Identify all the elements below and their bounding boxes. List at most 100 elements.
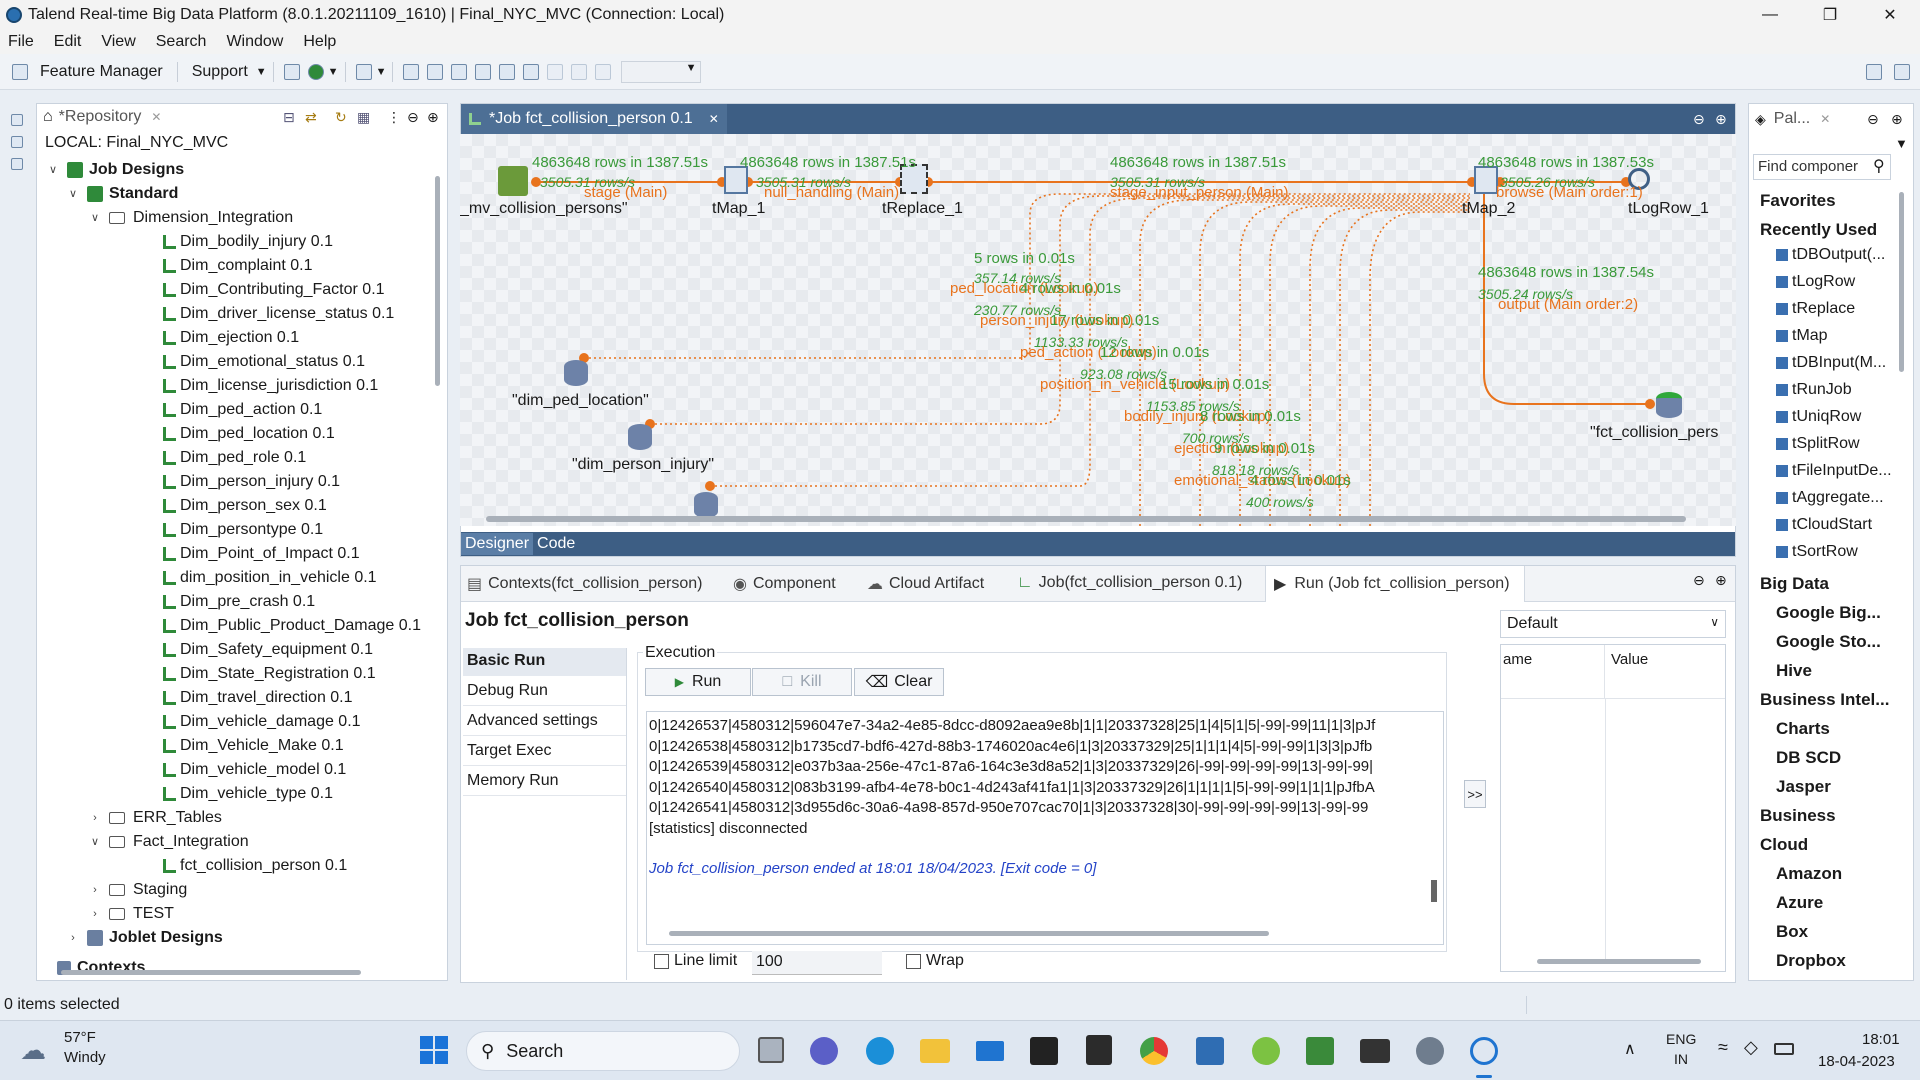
tree-dim-job[interactable]: Dim_person_sex 0.1	[163, 494, 327, 518]
collapse-icon[interactable]: ∨	[89, 212, 101, 224]
designer-canvas[interactable]: _mv_collision_persons" tMap_1 tReplace_1…	[460, 134, 1736, 526]
advanced-settings-item[interactable]: Advanced settings	[463, 706, 626, 736]
palette-recent-item[interactable]: tRunJob	[1776, 381, 1852, 399]
tree-dim-job[interactable]: Dim_Contributing_Factor 0.1	[163, 278, 385, 302]
tree-dim-job[interactable]: Dim_ped_location 0.1	[163, 422, 335, 446]
tree-fact-integration[interactable]: ∨ Fact_Integration	[89, 830, 249, 854]
run-tab[interactable]: ▶ Run (Job fct_collision_person)	[1265, 566, 1525, 602]
palette-recent-item[interactable]: tReplace	[1776, 300, 1855, 318]
expand-icon[interactable]: ›	[67, 932, 79, 944]
table-horizontal-scrollbar[interactable]	[1537, 959, 1701, 964]
repository-tab[interactable]: *Repository	[59, 108, 142, 126]
tree-err-tables[interactable]: › ERR_Tables	[89, 806, 222, 830]
tree-dim-job[interactable]: Dim_persontype 0.1	[163, 518, 323, 542]
palette-item-google-sto[interactable]: Google Sto...	[1776, 632, 1881, 652]
code-view-icon[interactable]	[11, 158, 23, 170]
tree-dim-job[interactable]: Dim_Vehicle_Make 0.1	[163, 734, 344, 758]
link-editor-icon[interactable]: ⇄	[305, 109, 317, 126]
run-icon[interactable]	[307, 63, 324, 80]
chevron-down-icon[interactable]: ▼	[328, 66, 339, 78]
palette-item-hive[interactable]: Hive	[1776, 661, 1812, 681]
tree-dim-job[interactable]: Dim_vehicle_model 0.1	[163, 758, 346, 782]
menu-view[interactable]: View	[101, 33, 135, 51]
collapse-icon[interactable]: ∨	[47, 164, 59, 176]
tree-dim-job[interactable]: dim_position_in_vehicle 0.1	[163, 566, 377, 590]
tree-dim-job[interactable]: Dim_person_injury 0.1	[163, 470, 340, 494]
palette-search-input[interactable]: Find componer	[1753, 154, 1891, 180]
taskbar-search[interactable]: ⚲ Search	[466, 1031, 740, 1071]
job-tab[interactable]: ∟ Job(fct_collision_person 0.1)	[1017, 574, 1242, 592]
big-data-category[interactable]: Big Data	[1760, 574, 1829, 594]
maximize-panel-icon[interactable]: ⊕	[1891, 111, 1903, 128]
vertical-scrollbar[interactable]	[435, 176, 440, 386]
tree-dim-job[interactable]: Dim_driver_license_status 0.1	[163, 302, 394, 326]
console-vertical-scrollbar[interactable]	[1431, 880, 1437, 902]
chrome-icon[interactable]	[1140, 1037, 1168, 1065]
basic-run-item[interactable]: Basic Run	[463, 648, 626, 676]
tree-standard[interactable]: ∨ Standard	[67, 182, 178, 206]
favorites-category[interactable]: Favorites	[1760, 191, 1836, 211]
canvas-horizontal-scrollbar[interactable]	[486, 516, 1686, 522]
save-icon[interactable]	[12, 63, 28, 80]
volume-muted-icon[interactable]: ◇	[1744, 1037, 1758, 1058]
expand-icon[interactable]: ›	[89, 884, 101, 896]
export-icon[interactable]	[451, 63, 468, 80]
tree-dim-job[interactable]: Dim_Public_Product_Damage 0.1	[163, 614, 421, 638]
import-icon[interactable]	[475, 63, 492, 80]
wifi-icon[interactable]: ≈	[1718, 1037, 1728, 1058]
collapse-icon[interactable]: ∨	[67, 188, 79, 200]
palette-recent-item[interactable]: tUniqRow	[1776, 408, 1861, 426]
business-category[interactable]: Business	[1760, 806, 1836, 826]
palette-item-charts[interactable]: Charts	[1776, 719, 1830, 739]
palette-recent-item[interactable]: tSortRow	[1776, 543, 1858, 561]
build-icon[interactable]	[427, 63, 444, 80]
chevron-down-icon[interactable]: ▼	[256, 66, 267, 78]
palette-recent-item[interactable]: tFileInputDe...	[1776, 462, 1892, 480]
terminal-icon[interactable]	[1360, 1039, 1390, 1063]
task-view-icon[interactable]	[758, 1037, 784, 1063]
view-menu-icon[interactable]: ⋮	[387, 109, 401, 126]
tree-dim-job[interactable]: Dim_ped_action 0.1	[163, 398, 322, 422]
component-tab[interactable]: ◉ Component	[733, 574, 836, 594]
menu-window[interactable]: Window	[226, 33, 283, 51]
db-output-icon[interactable]	[1656, 392, 1682, 418]
menu-file[interactable]: File	[8, 33, 34, 51]
debug-run-item[interactable]: Debug Run	[463, 676, 626, 706]
palette-recent-item[interactable]: tSplitRow	[1776, 435, 1860, 453]
contexts-tab[interactable]: ▤ Contexts(fct_collision_person)	[467, 574, 702, 594]
business-intel-category[interactable]: Business Intel...	[1760, 690, 1889, 710]
android-studio-icon[interactable]	[1252, 1037, 1280, 1065]
close-tab-icon[interactable]: ✕	[709, 112, 719, 126]
menu-search[interactable]: Search	[156, 33, 207, 51]
menu-edit[interactable]: Edit	[54, 33, 82, 51]
minimize-editor-icon[interactable]: ⊖	[1693, 111, 1705, 128]
mail-icon[interactable]	[976, 1041, 1004, 1061]
expand-context-button[interactable]: >>	[1464, 780, 1486, 808]
weather-temp[interactable]: 57°F	[64, 1029, 96, 1046]
palette-item-db-scd[interactable]: DB SCD	[1776, 748, 1841, 768]
tree-dim-job[interactable]: Dim_emotional_status 0.1	[163, 350, 365, 374]
tree-dim-job[interactable]: Dim_ejection 0.1	[163, 326, 299, 350]
file-explorer-icon[interactable]	[920, 1039, 950, 1063]
app-icon[interactable]	[1030, 1037, 1058, 1065]
code-tab[interactable]: Code	[533, 533, 579, 555]
language-secondary[interactable]: IN	[1674, 1051, 1688, 1067]
tree-fact-job[interactable]: fct_collision_person 0.1	[163, 854, 347, 878]
job-tab[interactable]: *Job fct_collision_person 0.1 ✕	[461, 104, 727, 134]
minimize-button[interactable]: —	[1740, 0, 1800, 29]
tree-joblet-designs[interactable]: › Joblet Designs	[67, 926, 223, 950]
tree-dim-job[interactable]: Dim_State_Registration 0.1	[163, 662, 376, 686]
palette-tab[interactable]: Pal...	[1774, 110, 1810, 128]
tree-test[interactable]: › TEST	[89, 902, 174, 926]
refresh-icon[interactable]: ↻	[335, 109, 347, 126]
page-icon[interactable]	[595, 63, 612, 80]
cloud-artifact-tab[interactable]: ☁ Cloud Artifact	[867, 574, 984, 594]
chevron-up-icon[interactable]: ∧	[1624, 1039, 1636, 1059]
recently-used-category[interactable]: Recently Used	[1760, 220, 1877, 240]
tree-dim-job[interactable]: Dim_Safety_equipment 0.1	[163, 638, 373, 662]
line-limit-input[interactable]: 100	[752, 951, 882, 975]
vs-code-icon[interactable]	[1196, 1037, 1224, 1065]
minimize-panel-icon[interactable]: ⊖	[1693, 572, 1705, 589]
teams-icon[interactable]	[810, 1037, 838, 1065]
filter-icon[interactable]: ▦	[357, 109, 370, 126]
